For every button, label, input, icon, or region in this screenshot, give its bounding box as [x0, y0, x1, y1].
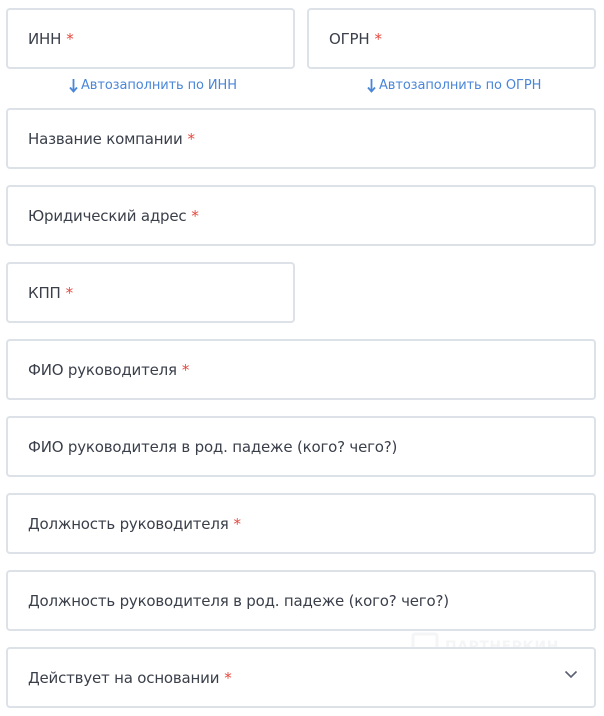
- ogrn-field[interactable]: ОГРН *: [307, 8, 596, 69]
- kpp-label: КПП: [28, 283, 61, 302]
- inn-label: ИНН: [28, 29, 62, 48]
- required-marker: *: [65, 283, 74, 302]
- company-name-label: Название компании: [28, 129, 183, 148]
- legal-address-label: Юридический адрес: [28, 206, 187, 225]
- autofill-inn-label: Автозаполнить по ИНН: [81, 78, 237, 93]
- company-name-field[interactable]: Название компании *: [6, 108, 596, 169]
- required-marker: *: [181, 360, 190, 379]
- director-position-genitive-label: Должность руководителя в род. падеже (ко…: [28, 591, 449, 610]
- director-name-genitive-label: ФИО руководителя в род. падеже (кого? че…: [28, 437, 398, 456]
- basis-select[interactable]: Действует на основании *: [6, 647, 596, 708]
- director-name-genitive-field[interactable]: ФИО руководителя в род. падеже (кого? че…: [6, 416, 596, 477]
- legal-address-field[interactable]: Юридический адрес *: [6, 185, 596, 246]
- autofill-inn-link[interactable]: Автозаполнить по ИНН: [69, 78, 237, 93]
- kpp-field[interactable]: КПП *: [6, 262, 295, 323]
- basis-label: Действует на основании: [28, 668, 220, 687]
- required-marker: *: [187, 129, 196, 148]
- ogrn-label: ОГРН: [329, 29, 370, 48]
- director-name-field[interactable]: ФИО руководителя *: [6, 339, 596, 400]
- required-marker: *: [66, 29, 74, 48]
- director-position-genitive-field[interactable]: Должность руководителя в род. падеже (ко…: [6, 570, 596, 631]
- director-position-field[interactable]: Должность руководителя *: [6, 493, 596, 554]
- required-marker: *: [224, 668, 232, 687]
- required-marker: *: [374, 29, 382, 48]
- director-position-label: Должность руководителя: [28, 514, 229, 533]
- autofill-ogrn-link[interactable]: Автозаполнить по ОГРН: [367, 78, 541, 93]
- required-marker: *: [233, 514, 242, 533]
- autofill-ogrn-label: Автозаполнить по ОГРН: [379, 78, 542, 93]
- inn-field[interactable]: ИНН *: [6, 8, 295, 69]
- arrow-down-icon: [367, 79, 376, 93]
- director-name-label: ФИО руководителя: [28, 360, 177, 379]
- required-marker: *: [191, 206, 199, 225]
- arrow-down-icon: [69, 79, 78, 93]
- chevron-down-icon[interactable]: [564, 670, 578, 679]
